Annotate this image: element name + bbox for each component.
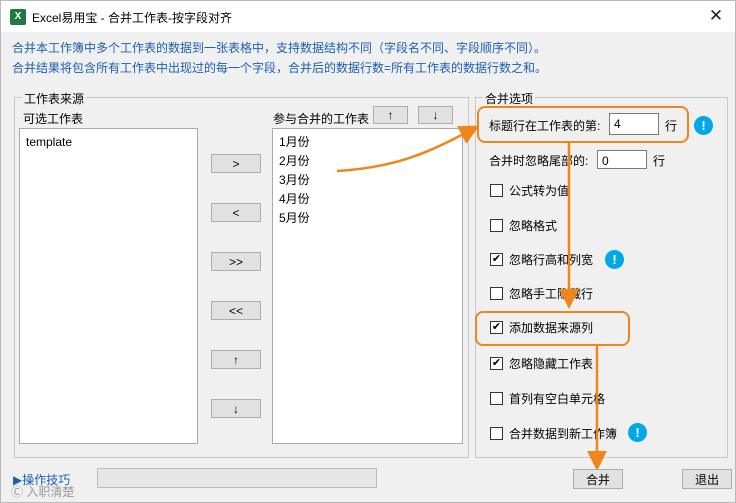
list-item[interactable]: 1月份 bbox=[279, 133, 456, 152]
ignore-tail-label: 合并时忽略尾部的: bbox=[489, 154, 589, 168]
merge-sheets-list[interactable]: 1月份 2月份 3月份 4月份 5月份 bbox=[272, 128, 463, 444]
checkbox-label: 合并数据到新工作簿 bbox=[509, 427, 618, 441]
checkbox-label: 忽略行高和列宽 bbox=[509, 253, 594, 267]
checkbox-label: 忽略隐藏工作表 bbox=[509, 357, 594, 371]
info-line-2: 合并结果将包含所有工作表中出现过的每一个字段，合并后的数据行数=所有工作表的数据… bbox=[12, 61, 548, 75]
list-item[interactable]: template bbox=[26, 133, 191, 152]
merge-sheets-label: 参与合并的工作表 bbox=[273, 112, 370, 126]
move-item-down-button[interactable]: ↓ bbox=[211, 399, 261, 418]
move-all-left-button[interactable]: << bbox=[211, 301, 261, 320]
excel-app-icon: X bbox=[10, 9, 26, 25]
checkbox-box[interactable] bbox=[490, 427, 503, 440]
formula-to-value-checkbox[interactable]: 公式转为值 bbox=[490, 182, 569, 199]
checkbox-box[interactable] bbox=[490, 392, 503, 405]
source-column-highlight bbox=[475, 311, 630, 346]
ignore-tail-unit: 行 bbox=[653, 154, 666, 168]
checkbox-box[interactable] bbox=[490, 184, 503, 197]
checkbox-label: 忽略手工隐藏行 bbox=[509, 287, 594, 301]
source-group-title: 工作表来源 bbox=[22, 90, 87, 107]
ignore-format-checkbox[interactable]: 忽略格式 bbox=[490, 217, 557, 234]
list-item[interactable]: 5月份 bbox=[279, 209, 456, 228]
title-bar: X Excel易用宝 - 合并工作表-按字段对齐 ✕ bbox=[1, 1, 735, 32]
merge-button[interactable]: 合并 bbox=[573, 469, 623, 489]
move-right-button[interactable]: > bbox=[211, 154, 261, 173]
list-item[interactable]: 4月份 bbox=[279, 190, 456, 209]
watermark: Ⓒ 入职清楚 bbox=[11, 485, 75, 499]
merge-to-new-workbook-checkbox[interactable]: 合并数据到新工作簿 bbox=[490, 425, 617, 442]
info-line-1: 合并本工作簿中多个工作表的数据到一张表格中，支持数据结构不同（字段名不同、字段顺… bbox=[12, 41, 547, 55]
checkbox-label: 公式转为值 bbox=[509, 184, 570, 198]
list-item[interactable]: 3月份 bbox=[279, 171, 456, 190]
sort-down-button[interactable]: ↓ bbox=[418, 106, 453, 124]
checkbox-box[interactable] bbox=[490, 287, 503, 300]
info-icon[interactable]: ! bbox=[694, 116, 713, 135]
ignore-tail-input[interactable]: 0 bbox=[597, 150, 647, 169]
ignore-row-col-size-checkbox[interactable]: ✔ 忽略行高和列宽 bbox=[490, 251, 593, 268]
progress-bar bbox=[97, 468, 377, 488]
move-item-up-button[interactable]: ↑ bbox=[211, 350, 261, 369]
ignore-hidden-sheets-checkbox[interactable]: ✔ 忽略隐藏工作表 bbox=[490, 355, 593, 372]
list-item[interactable]: 2月份 bbox=[279, 152, 456, 171]
dialog-window: X Excel易用宝 - 合并工作表-按字段对齐 ✕ 合并本工作簿中多个工作表的… bbox=[0, 0, 736, 503]
info-icon[interactable]: ! bbox=[628, 423, 647, 442]
info-icon[interactable]: ! bbox=[605, 250, 624, 269]
ignore-hidden-rows-checkbox[interactable]: 忽略手工隐藏行 bbox=[490, 285, 593, 302]
checkbox-label: 首列有空白单元格 bbox=[509, 392, 606, 406]
available-sheets-label: 可选工作表 bbox=[23, 112, 84, 126]
available-sheets-list[interactable]: template bbox=[19, 128, 198, 444]
checkbox-box[interactable]: ✔ bbox=[490, 253, 503, 266]
move-left-button[interactable]: < bbox=[211, 203, 261, 222]
checkbox-label: 忽略格式 bbox=[509, 219, 558, 233]
exit-button[interactable]: 退出 bbox=[682, 469, 732, 489]
close-icon[interactable]: ✕ bbox=[705, 5, 727, 27]
window-title: Excel易用宝 - 合并工作表-按字段对齐 bbox=[32, 11, 233, 25]
options-group-title: 合并选项 bbox=[483, 90, 536, 107]
checkbox-box[interactable]: ✔ bbox=[490, 357, 503, 370]
checkbox-box[interactable] bbox=[490, 219, 503, 232]
sort-up-button[interactable]: ↑ bbox=[373, 106, 408, 124]
move-all-right-button[interactable]: >> bbox=[211, 252, 261, 271]
header-row-highlight bbox=[477, 106, 689, 143]
first-col-blank-checkbox[interactable]: 首列有空白单元格 bbox=[490, 390, 605, 407]
